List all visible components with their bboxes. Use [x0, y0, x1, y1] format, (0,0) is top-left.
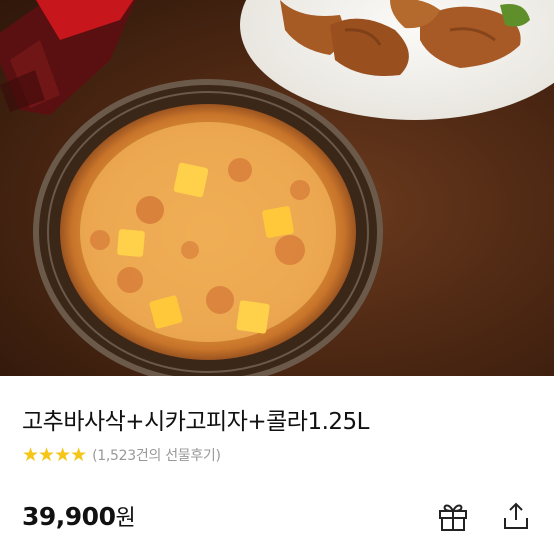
- gift-icon: [439, 504, 467, 531]
- price-unit: 원: [115, 506, 136, 531]
- share-button[interactable]: [496, 496, 536, 536]
- price: 39,900원: [22, 500, 136, 532]
- product-title: 고추바사삭+시카고피자+콜라1.25L: [22, 409, 370, 435]
- review-count[interactable]: (1,523건의 선물후기): [92, 445, 221, 465]
- product-image: [0, 0, 554, 376]
- price-value: 39,900: [22, 502, 116, 531]
- product-photo: [0, 0, 554, 376]
- share-icon: [504, 502, 528, 529]
- rating-row[interactable]: ★★★★ (1,523건의 선물후기): [22, 444, 221, 466]
- pizza: [33, 79, 383, 376]
- cola-bottle: [0, 0, 136, 115]
- rating-stars: ★★★★: [22, 444, 87, 466]
- gift-button[interactable]: [433, 496, 473, 536]
